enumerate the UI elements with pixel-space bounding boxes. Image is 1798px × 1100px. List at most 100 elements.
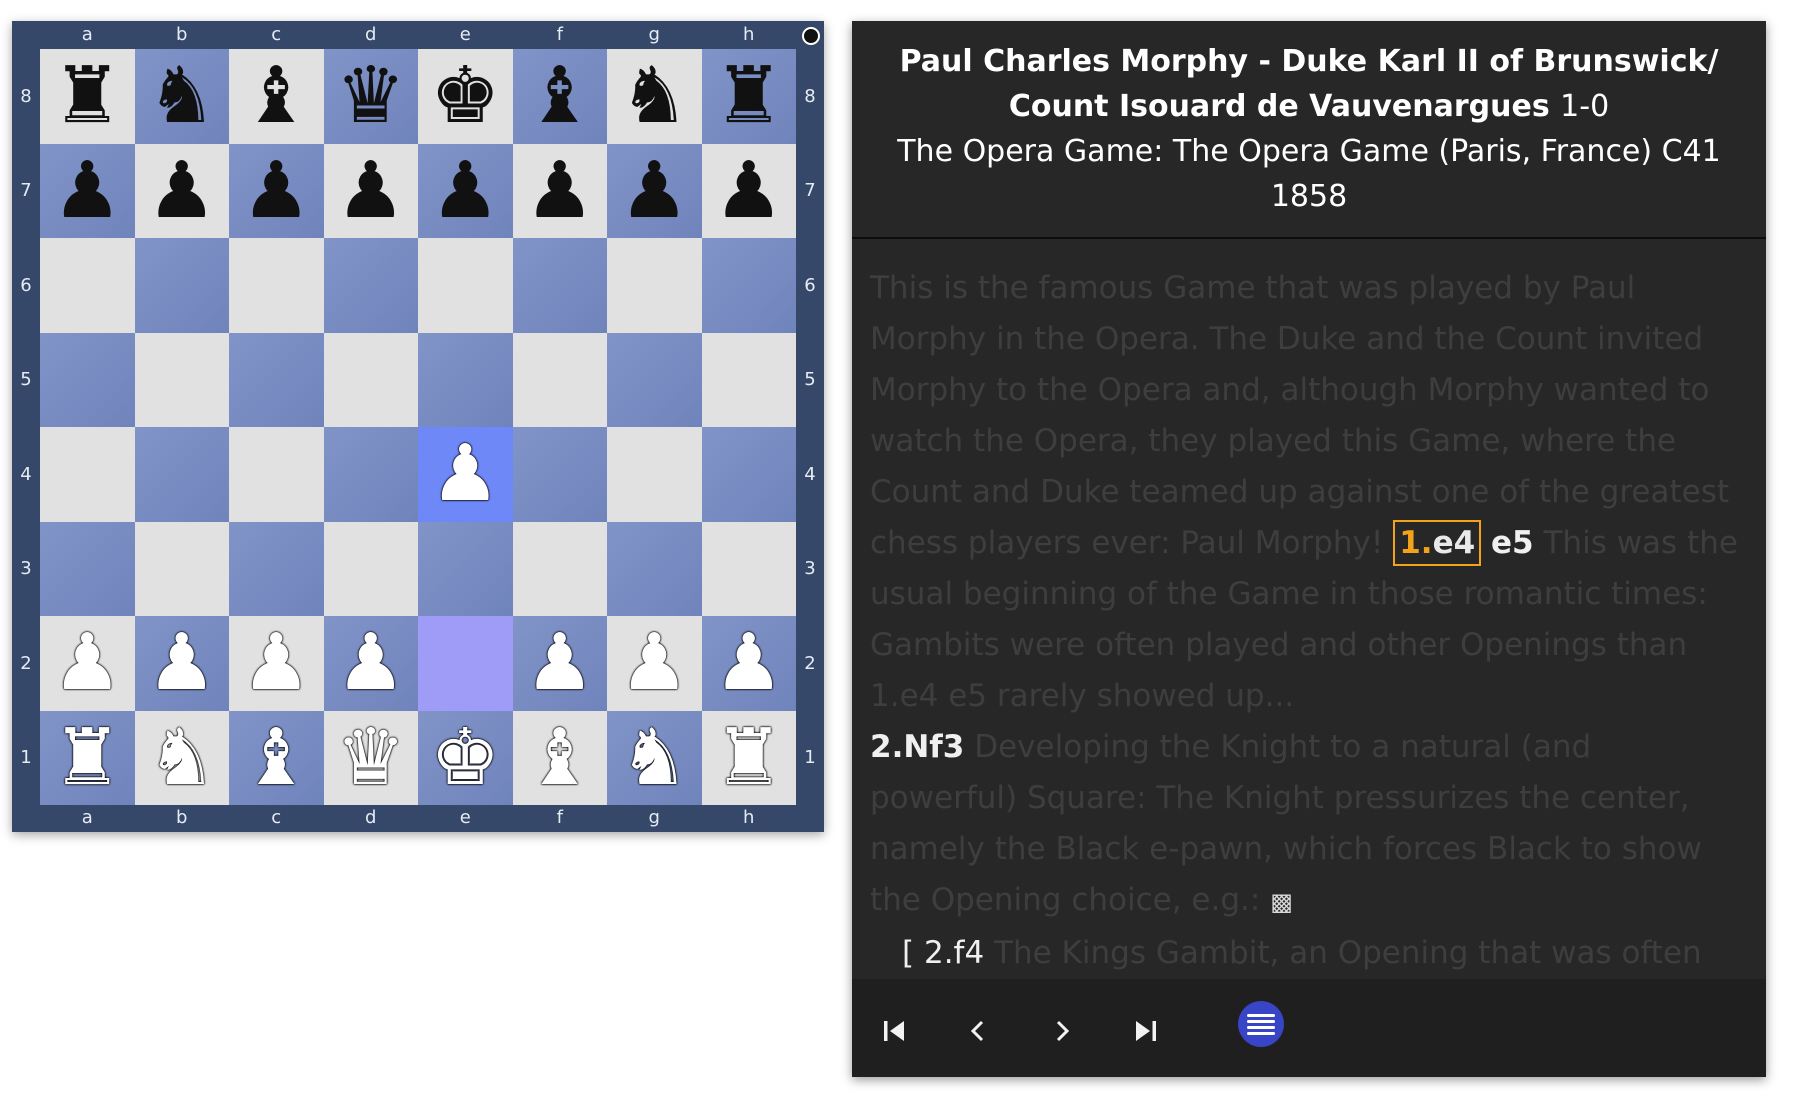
square-b3[interactable] bbox=[134, 521, 229, 616]
square-g7[interactable]: ♟ bbox=[607, 143, 702, 238]
white-queen-icon[interactable]: ♛ bbox=[336, 719, 406, 797]
black-pawn-icon[interactable]: ♟ bbox=[241, 152, 311, 230]
first-move-button[interactable] bbox=[864, 1001, 924, 1061]
square-b2[interactable]: ♟ bbox=[134, 616, 229, 711]
square-a1[interactable]: ♜ bbox=[40, 710, 135, 805]
square-f7[interactable]: ♟ bbox=[512, 143, 607, 238]
square-d2[interactable]: ♟ bbox=[323, 616, 418, 711]
square-a8[interactable]: ♜ bbox=[40, 49, 135, 144]
square-a7[interactable]: ♟ bbox=[40, 143, 135, 238]
square-a5[interactable] bbox=[40, 332, 135, 427]
black-rook-icon[interactable]: ♜ bbox=[714, 57, 784, 135]
black-pawn-icon[interactable]: ♟ bbox=[52, 152, 122, 230]
square-g4[interactable] bbox=[607, 427, 702, 522]
white-pawn-icon[interactable]: ♟ bbox=[619, 624, 689, 702]
square-b8[interactable]: ♞ bbox=[134, 49, 229, 144]
white-pawn-icon[interactable]: ♟ bbox=[430, 435, 500, 513]
square-e2[interactable] bbox=[418, 616, 513, 711]
white-knight-icon[interactable]: ♞ bbox=[147, 719, 217, 797]
square-d8[interactable]: ♛ bbox=[323, 49, 418, 144]
white-rook-icon[interactable]: ♜ bbox=[714, 719, 784, 797]
black-bishop-icon[interactable]: ♝ bbox=[241, 57, 311, 135]
square-d7[interactable]: ♟ bbox=[323, 143, 418, 238]
black-pawn-icon[interactable]: ♟ bbox=[147, 152, 217, 230]
square-b1[interactable]: ♞ bbox=[134, 710, 229, 805]
square-e1[interactable]: ♚ bbox=[418, 710, 513, 805]
white-king-icon[interactable]: ♚ bbox=[430, 719, 500, 797]
square-c2[interactable]: ♟ bbox=[229, 616, 324, 711]
square-h5[interactable] bbox=[701, 332, 796, 427]
square-g5[interactable] bbox=[607, 332, 702, 427]
black-pawn-icon[interactable]: ♟ bbox=[430, 152, 500, 230]
square-g1[interactable]: ♞ bbox=[607, 710, 702, 805]
square-f4[interactable] bbox=[512, 427, 607, 522]
white-pawn-icon[interactable]: ♟ bbox=[525, 624, 595, 702]
square-a6[interactable] bbox=[40, 238, 135, 333]
square-h3[interactable] bbox=[701, 521, 796, 616]
square-e7[interactable]: ♟ bbox=[418, 143, 513, 238]
square-h6[interactable] bbox=[701, 238, 796, 333]
square-h4[interactable] bbox=[701, 427, 796, 522]
square-g2[interactable]: ♟ bbox=[607, 616, 702, 711]
white-pawn-icon[interactable]: ♟ bbox=[147, 624, 217, 702]
square-f1[interactable]: ♝ bbox=[512, 710, 607, 805]
square-c7[interactable]: ♟ bbox=[229, 143, 324, 238]
white-rook-icon[interactable]: ♜ bbox=[52, 719, 122, 797]
black-queen-icon[interactable]: ♛ bbox=[336, 57, 406, 135]
square-e6[interactable] bbox=[418, 238, 513, 333]
next-move-button[interactable] bbox=[1032, 1001, 1092, 1061]
white-pawn-icon[interactable]: ♟ bbox=[714, 624, 784, 702]
white-bishop-icon[interactable]: ♝ bbox=[525, 719, 595, 797]
square-f8[interactable]: ♝ bbox=[512, 49, 607, 144]
square-d1[interactable]: ♛ bbox=[323, 710, 418, 805]
square-h1[interactable]: ♜ bbox=[701, 710, 796, 805]
black-pawn-icon[interactable]: ♟ bbox=[525, 152, 595, 230]
square-a2[interactable]: ♟ bbox=[40, 616, 135, 711]
black-pawn-icon[interactable]: ♟ bbox=[714, 152, 784, 230]
menu-button[interactable] bbox=[1238, 1001, 1284, 1047]
square-e4[interactable]: ♟ bbox=[418, 427, 513, 522]
diagram-icon[interactable]: ▩ bbox=[1270, 888, 1293, 916]
black-rook-icon[interactable]: ♜ bbox=[52, 57, 122, 135]
square-d5[interactable] bbox=[323, 332, 418, 427]
square-b4[interactable] bbox=[134, 427, 229, 522]
black-knight-icon[interactable]: ♞ bbox=[147, 57, 217, 135]
white-bishop-icon[interactable]: ♝ bbox=[241, 719, 311, 797]
square-e5[interactable] bbox=[418, 332, 513, 427]
square-h8[interactable]: ♜ bbox=[701, 49, 796, 144]
black-knight-icon[interactable]: ♞ bbox=[619, 57, 689, 135]
white-pawn-icon[interactable]: ♟ bbox=[241, 624, 311, 702]
square-b7[interactable]: ♟ bbox=[134, 143, 229, 238]
square-a3[interactable] bbox=[40, 521, 135, 616]
last-move-button[interactable] bbox=[1116, 1001, 1176, 1061]
black-pawn-icon[interactable]: ♟ bbox=[336, 152, 406, 230]
square-g3[interactable] bbox=[607, 521, 702, 616]
square-e3[interactable] bbox=[418, 521, 513, 616]
white-pawn-icon[interactable]: ♟ bbox=[336, 624, 406, 702]
black-pawn-icon[interactable]: ♟ bbox=[619, 152, 689, 230]
black-bishop-icon[interactable]: ♝ bbox=[525, 57, 595, 135]
square-c5[interactable] bbox=[229, 332, 324, 427]
square-d4[interactable] bbox=[323, 427, 418, 522]
white-pawn-icon[interactable]: ♟ bbox=[52, 624, 122, 702]
square-g6[interactable] bbox=[607, 238, 702, 333]
square-e8[interactable]: ♚ bbox=[418, 49, 513, 144]
square-f3[interactable] bbox=[512, 521, 607, 616]
black-king-icon[interactable]: ♚ bbox=[430, 57, 500, 135]
move-1-black[interactable]: e5 bbox=[1491, 525, 1534, 561]
square-h7[interactable]: ♟ bbox=[701, 143, 796, 238]
square-c6[interactable] bbox=[229, 238, 324, 333]
square-d6[interactable] bbox=[323, 238, 418, 333]
square-c1[interactable]: ♝ bbox=[229, 710, 324, 805]
move-list[interactable]: This is the famous Game that was played … bbox=[852, 241, 1766, 987]
previous-move-button[interactable] bbox=[948, 1001, 1008, 1061]
square-f5[interactable] bbox=[512, 332, 607, 427]
square-f2[interactable]: ♟ bbox=[512, 616, 607, 711]
square-c4[interactable] bbox=[229, 427, 324, 522]
square-c3[interactable] bbox=[229, 521, 324, 616]
square-a4[interactable] bbox=[40, 427, 135, 522]
square-g8[interactable]: ♞ bbox=[607, 49, 702, 144]
variation-move[interactable]: 2.f4 bbox=[924, 935, 984, 971]
white-knight-icon[interactable]: ♞ bbox=[619, 719, 689, 797]
square-b6[interactable] bbox=[134, 238, 229, 333]
